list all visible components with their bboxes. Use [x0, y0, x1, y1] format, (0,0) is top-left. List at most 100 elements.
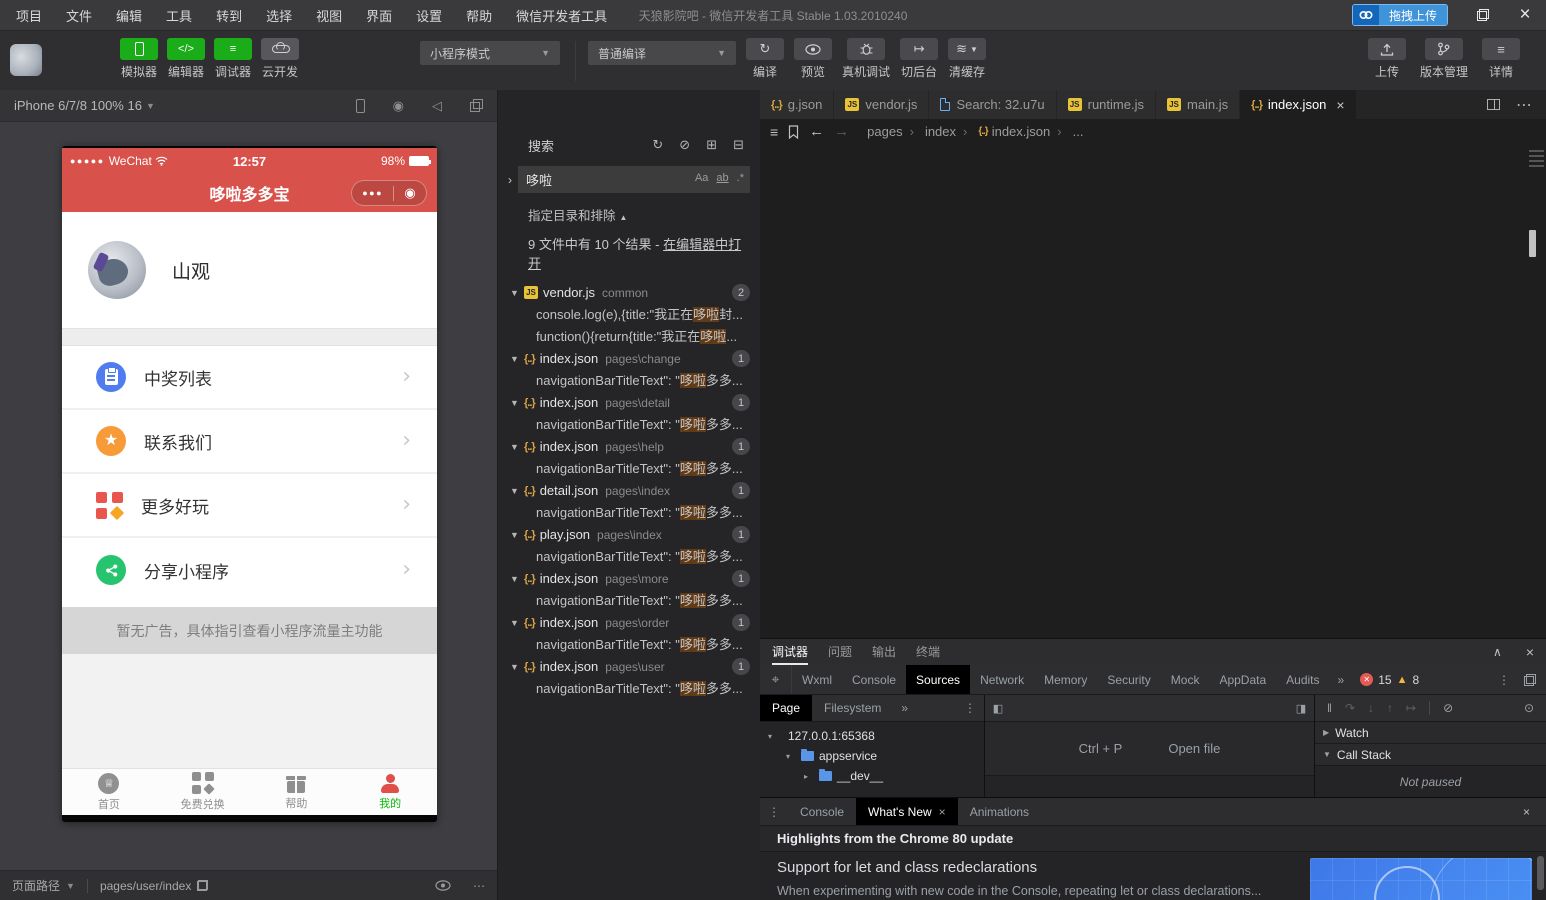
menu-item-prize-list[interactable]: 中奖列表 › — [62, 346, 437, 410]
code-editor[interactable] — [760, 144, 1546, 638]
remote-debug-button[interactable]: 真机调试 — [842, 38, 890, 80]
compile-button[interactable]: ↻ 编译 — [746, 38, 784, 80]
collapse-panel-icon[interactable]: ∧ — [1493, 645, 1502, 659]
preview-button[interactable]: 预览 — [794, 38, 832, 80]
deactivate-breakpoints-icon[interactable]: ⊘ — [1443, 701, 1453, 715]
chevron-down-icon[interactable]: ▼ — [510, 354, 524, 364]
debugger-panel-tab[interactable]: 输出 — [872, 639, 896, 665]
details-button[interactable]: ≡ 详情 — [1482, 38, 1520, 80]
breadcrumb-item[interactable]: ... — [1050, 124, 1083, 139]
clear-results-icon[interactable]: ⊘ — [679, 137, 690, 153]
chevron-down-icon[interactable]: ▼ — [510, 662, 524, 672]
editor-tab[interactable]: index.json × — [1240, 90, 1356, 119]
window-restore-button[interactable] — [1462, 0, 1504, 30]
tab-mine[interactable]: 我的 — [343, 769, 437, 815]
menubar-item[interactable]: 转到 — [204, 6, 254, 25]
chevron-down-icon[interactable]: ▼ — [510, 574, 524, 584]
bookmark-icon[interactable] — [788, 125, 799, 139]
result-file-row[interactable]: ▼ index.json pages\detail 1 — [498, 392, 760, 414]
result-match-row[interactable]: navigationBarTitleText": "哆啦多多... — [498, 458, 760, 480]
chevron-down-icon[interactable]: ▼ — [510, 288, 524, 298]
more-menu-button[interactable]: ●●● — [362, 188, 383, 198]
menu-item-contact-us[interactable]: ★ 联系我们 › — [62, 410, 437, 474]
step-into-icon[interactable]: ↓ — [1368, 701, 1374, 715]
debugger-toggle-button[interactable]: ≡ 调试器 — [214, 38, 252, 80]
devtools-tab[interactable]: Sources — [906, 665, 970, 694]
article-title[interactable]: Support for let and class redeclarations — [777, 859, 1286, 876]
menubar-item[interactable]: 文件 — [54, 6, 104, 25]
sidebar-menu-icon[interactable]: ⋮ — [956, 695, 984, 721]
match-case-toggle[interactable]: Aa — [695, 172, 708, 184]
result-match-row[interactable]: navigationBarTitleText": "哆啦多多... — [498, 370, 760, 392]
split-editor-icon[interactable] — [1487, 99, 1500, 110]
console-status[interactable]: ✕ 15 ▲ 8 — [1360, 665, 1419, 694]
twisty-icon[interactable]: ▾ — [786, 752, 796, 761]
window-close-button[interactable]: × — [1504, 0, 1546, 30]
result-file-row[interactable]: ▼ index.json pages\user 1 — [498, 656, 760, 678]
cloud-dev-button[interactable]: 云开发 — [261, 38, 299, 80]
result-match-row[interactable]: navigationBarTitleText": "哆啦多多... — [498, 678, 760, 700]
mode-select[interactable]: 小程序模式▼ — [420, 41, 560, 65]
eye-icon[interactable] — [435, 880, 451, 891]
close-icon[interactable]: × — [939, 805, 946, 819]
result-file-row[interactable]: ▼ index.json pages\help 1 — [498, 436, 760, 458]
menubar-item[interactable]: 选择 — [254, 6, 304, 25]
drawer-menu-icon[interactable]: ⋮ — [760, 798, 788, 825]
menubar-item[interactable]: 项目 — [4, 6, 54, 25]
pause-icon[interactable]: ‖ — [1327, 701, 1332, 715]
sound-icon[interactable]: ◁ — [432, 98, 442, 114]
menubar-item[interactable]: 设置 — [404, 6, 454, 25]
outline-icon[interactable]: ≡ — [770, 124, 778, 140]
result-match-row[interactable]: navigationBarTitleText": "哆啦多多... — [498, 634, 760, 656]
result-match-row[interactable]: navigationBarTitleText": "哆啦多多... — [498, 590, 760, 612]
collapse-all-icon[interactable]: ⊟ — [733, 137, 744, 153]
scrollbar-thumb[interactable] — [1529, 230, 1536, 257]
dock-side-icon[interactable] — [1524, 674, 1536, 686]
multi-window-icon[interactable] — [470, 99, 483, 112]
chevron-down-icon[interactable]: ▼ — [510, 618, 524, 628]
sources-nav-tab[interactable]: Page — [760, 695, 812, 721]
result-file-row[interactable]: ▼ detail.json pages\index 1 — [498, 480, 760, 502]
device-selector[interactable]: iPhone 6/7/8 100% 16 — [14, 98, 142, 113]
forward-icon[interactable]: → — [834, 123, 849, 140]
result-match-row[interactable]: navigationBarTitleText": "哆啦多多... — [498, 502, 760, 524]
refresh-icon[interactable]: ↻ — [652, 137, 663, 153]
editor-tab[interactable]: Search: 32.u7u — [929, 90, 1056, 119]
breadcrumb-item[interactable]: pages — [867, 124, 902, 139]
editor-tab[interactable]: g.json — [760, 90, 834, 119]
devtools-tab[interactable]: Security — [1097, 665, 1160, 694]
version-control-button[interactable]: 版本管理 — [1420, 38, 1468, 80]
drawer-tab[interactable]: Animations — [958, 798, 1041, 825]
callstack-section[interactable]: ▼ Call Stack — [1315, 744, 1546, 766]
pause-on-exceptions-icon[interactable]: ⊙ — [1524, 701, 1534, 715]
close-panel-icon[interactable]: × — [1526, 644, 1534, 660]
tab-free-exchange[interactable]: 免费兑换 — [156, 769, 250, 815]
drawer-tab[interactable]: What's New × — [856, 798, 958, 825]
menubar-item[interactable]: 编辑 — [104, 6, 154, 25]
tree-item[interactable]: ▾ appservice — [760, 746, 984, 766]
regex-toggle[interactable]: .* — [737, 172, 744, 184]
devtools-tab[interactable]: Console — [842, 665, 906, 694]
more-tabs-icon[interactable]: » — [1330, 665, 1353, 694]
result-file-row[interactable]: ▼ vendor.js common 2 — [498, 282, 760, 304]
twisty-icon[interactable]: ▸ — [804, 772, 814, 781]
more-actions-icon[interactable]: ⋯ — [1516, 95, 1532, 115]
page-path-label[interactable]: 页面路径 — [12, 877, 60, 894]
devtools-tab[interactable]: Memory — [1034, 665, 1097, 694]
editor-tab[interactable]: vendor.js — [834, 90, 929, 119]
menu-item-share[interactable]: 分享小程序 › — [62, 538, 437, 602]
close-drawer-icon[interactable]: × — [1507, 798, 1546, 825]
step-out-icon[interactable]: ↑ — [1387, 701, 1393, 715]
devtools-tab[interactable]: Network — [970, 665, 1034, 694]
expand-replace-icon[interactable]: › — [502, 173, 518, 187]
chevron-down-icon[interactable]: ▼ — [510, 442, 524, 452]
drawer-tab[interactable]: Console — [788, 798, 856, 825]
result-file-row[interactable]: ▼ index.json pages\more 1 — [498, 568, 760, 590]
devtools-tab[interactable]: Wxml — [792, 665, 842, 694]
devtools-tab[interactable]: Audits — [1276, 665, 1329, 694]
chevron-down-icon[interactable]: ▼ — [510, 486, 524, 496]
sources-nav-tab[interactable]: Filesystem — [812, 695, 893, 721]
simulator-toggle-button[interactable]: 模拟器 — [120, 38, 158, 80]
open-file-label[interactable]: Open file — [1168, 741, 1220, 756]
breadcrumb-item[interactable]: index.json — [956, 124, 1050, 139]
